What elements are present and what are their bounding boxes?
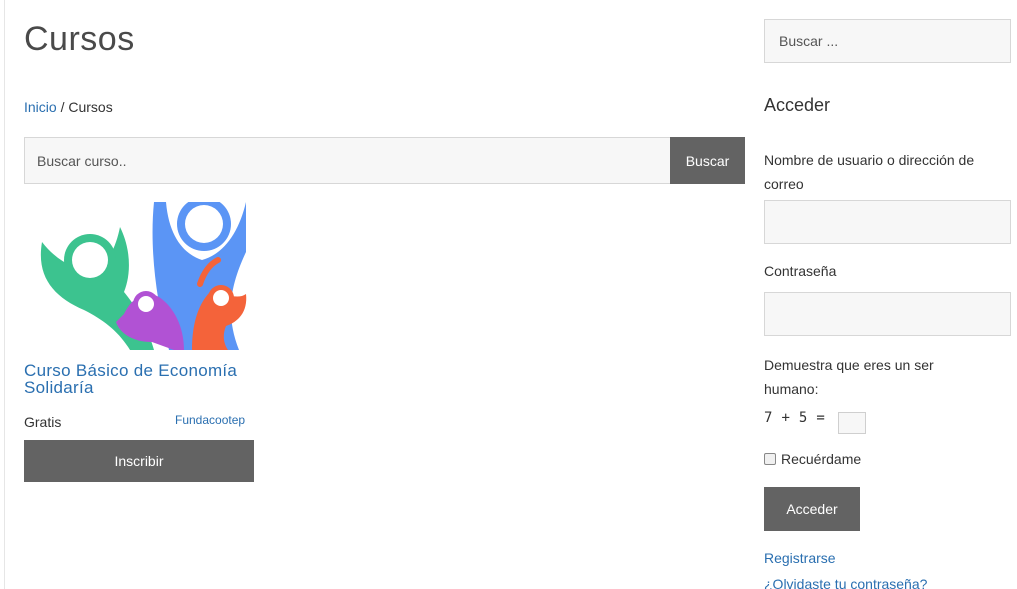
captcha-equals: = bbox=[816, 410, 825, 426]
login-heading: Acceder bbox=[764, 95, 831, 115]
course-search-button[interactable]: Buscar bbox=[670, 137, 745, 184]
left-border bbox=[4, 0, 5, 589]
breadcrumb: Inicio / Cursos bbox=[24, 99, 113, 115]
forgot-password-link[interactable]: ¿Olvidaste tu contraseña? bbox=[764, 576, 927, 589]
page-title: Cursos bbox=[24, 20, 135, 58]
remember-checkbox[interactable] bbox=[764, 453, 776, 465]
login-button[interactable]: Acceder bbox=[764, 487, 860, 531]
course-price: Gratis bbox=[24, 414, 62, 430]
people-celebration-logo-icon bbox=[40, 202, 247, 350]
captcha-operand-b: 5 bbox=[798, 410, 808, 426]
course-search-form: Buscar bbox=[24, 137, 745, 184]
captcha-operator: + bbox=[781, 410, 790, 426]
captcha-label: Demuestra que eres un ser humano: bbox=[764, 357, 934, 397]
enroll-button[interactable]: Inscribir bbox=[24, 440, 254, 482]
username-label: Nombre de usuario o dirección de correo bbox=[764, 152, 975, 192]
captcha-operand-a: 7 bbox=[764, 410, 773, 426]
breadcrumb-home-link[interactable]: Inicio bbox=[24, 99, 57, 115]
remember-me[interactable]: Recuérdame bbox=[764, 451, 861, 467]
course-author-link[interactable]: Fundacootep bbox=[175, 413, 245, 427]
breadcrumb-current: Cursos bbox=[68, 99, 113, 115]
register-link[interactable]: Registrarse bbox=[764, 550, 836, 566]
password-field[interactable] bbox=[764, 292, 1011, 336]
remember-label: Recuérdame bbox=[781, 451, 862, 467]
breadcrumb-separator: / bbox=[56, 99, 69, 115]
course-title-link[interactable]: Curso Básico de Economía Solidaría bbox=[24, 362, 264, 396]
page: Cursos Inicio / Cursos Buscar Curs bbox=[0, 0, 1017, 589]
captcha-equation: 7 + 5 = bbox=[764, 402, 866, 434]
password-label: Contraseña bbox=[764, 263, 837, 279]
captcha-answer-field[interactable] bbox=[837, 412, 866, 434]
sidebar-search-input[interactable] bbox=[764, 19, 1011, 63]
course-image[interactable] bbox=[24, 202, 254, 350]
username-field[interactable] bbox=[764, 200, 1011, 244]
course-search-input[interactable] bbox=[24, 137, 670, 184]
